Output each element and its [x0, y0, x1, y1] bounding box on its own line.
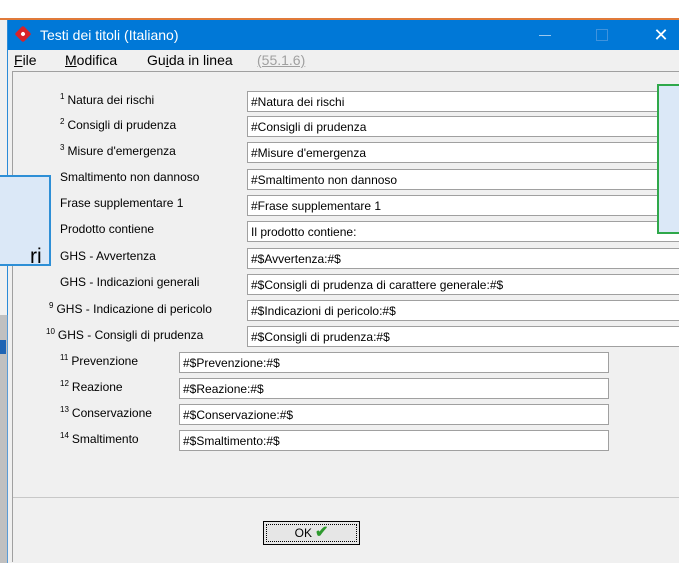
row-label-text: Frase supplementare 1: [60, 196, 184, 210]
row-label-text: GHS - Consigli di prudenza: [57, 328, 204, 342]
annotation-callout-green: [657, 84, 679, 234]
subrow-label-11: 11 Prevenzione: [60, 353, 138, 368]
field-ghs-consigli-prudenza[interactable]: #$Consigli di prudenza:#$: [247, 326, 679, 347]
field-reazione[interactable]: #$Reazione:#$: [179, 378, 609, 399]
subrow-label-13: 13 Conservazione: [60, 405, 152, 420]
row-number: 3: [60, 143, 65, 152]
menu-file-label: ile: [22, 52, 37, 68]
menu-guida-label: da in linea: [168, 52, 233, 68]
menu-guida[interactable]: Guida in linea: [147, 52, 233, 68]
field-prevenzione[interactable]: #$Prevenzione:#$: [179, 352, 609, 373]
row-label-text: Smaltimento non dannoso: [60, 170, 200, 184]
menu-guida-prefix: Gu: [147, 52, 166, 68]
ok-button-label: OK: [294, 526, 312, 540]
row-label-text: Natura dei rischi: [67, 93, 155, 107]
field-ghs-indicazioni-generali[interactable]: #$Consigli di prudenza di carattere gene…: [247, 274, 679, 295]
minimize-icon: [539, 35, 551, 36]
row-number: 12: [60, 379, 69, 388]
row-label-text: Reazione: [71, 380, 123, 394]
field-conservazione[interactable]: #$Conservazione:#$: [179, 404, 609, 425]
subrow-label-14: 14 Smaltimento: [60, 431, 139, 446]
row-number: 14: [60, 431, 69, 440]
background-window-strip: [0, 0, 679, 20]
row-number: 2: [60, 117, 65, 126]
row-number: 11: [60, 353, 69, 362]
dialog-client-area: 1 Natura dei rischi #Natura dei rischi 2C…: [12, 71, 679, 562]
row-label-text: Consigli di prudenza: [67, 118, 177, 132]
close-icon: ✕: [653, 25, 669, 45]
dialog-window: Testi dei titoli (Italiano) ✕ File Modif…: [7, 20, 679, 563]
maximize-icon: [596, 29, 608, 41]
menu-file[interactable]: File: [14, 52, 37, 68]
menu-bar: File Modifica Guida in linea (55.1.6): [8, 50, 679, 70]
field-prodotto-contiene[interactable]: Il prodotto contiene:: [247, 221, 679, 242]
row-label-text: GHS - Avvertenza: [60, 249, 156, 263]
row-label-text: Smaltimento: [71, 432, 139, 446]
ok-button[interactable]: OK ✔: [263, 521, 360, 545]
row-number: 13: [60, 405, 69, 414]
subrow-label-12: 12 Reazione: [60, 379, 123, 394]
field-frase-supplementare[interactable]: #Frase supplementare 1: [247, 195, 679, 216]
menu-version[interactable]: (55.1.6): [257, 52, 305, 68]
field-consigli-prudenza[interactable]: #Consigli di prudenza: [247, 116, 679, 137]
field-smaltimento-non-dannoso[interactable]: #Smaltimento non dannoso: [247, 169, 679, 190]
row-label-8: GHS - Indicazioni generali: [60, 275, 199, 289]
row-label-4: Smaltimento non dannoso: [60, 170, 199, 184]
row-label-6: Prodotto contiene: [60, 222, 154, 236]
row-label-7: GHS - Avvertenza: [60, 249, 156, 263]
field-natura-rischi[interactable]: #Natura dei rischi: [247, 91, 679, 112]
annotation-callout-text: ri: [30, 245, 42, 268]
row-label-10: 10 GHS - Consigli di prudenza: [46, 327, 203, 342]
field-ghs-indicazione-pericolo[interactable]: #$Indicazioni di pericolo:#$: [247, 300, 679, 321]
row-label-3: 3 Misure d'emergenza: [60, 143, 176, 158]
row-label-text: Conservazione: [71, 406, 152, 420]
maximize-button[interactable]: [579, 20, 625, 50]
background-window-accent: [0, 340, 6, 354]
row-label-2: 2 Consigli di prudenza: [60, 117, 176, 132]
annotation-callout-blue: [0, 175, 51, 266]
row-label-text: GHS - Indicazioni generali: [60, 275, 200, 289]
footer-divider: [13, 497, 679, 498]
menu-modifica-label: odifica: [76, 52, 118, 68]
row-label-text: Misure d'emergenza: [67, 144, 176, 158]
row-label-text: Prodotto contiene: [60, 222, 155, 236]
row-label-text: Prevenzione: [71, 354, 139, 368]
window-title: Testi dei titoli (Italiano): [40, 27, 179, 43]
minimize-button[interactable]: [522, 20, 568, 50]
field-smaltimento[interactable]: #$Smaltimento:#$: [179, 430, 609, 451]
field-misure-emergenza[interactable]: #Misure d'emergenza: [247, 142, 679, 163]
row-number: 9: [49, 301, 54, 310]
menu-modifica[interactable]: Modifica: [65, 52, 117, 68]
row-label-5: Frase supplementare 1: [60, 196, 183, 210]
row-label-9: 9 GHS - Indicazione di pericolo: [49, 301, 212, 316]
menu-modifica-mnemonic: M: [65, 52, 77, 68]
row-number: 1: [60, 92, 65, 101]
title-bar[interactable]: Testi dei titoli (Italiano) ✕: [8, 20, 679, 50]
menu-file-mnemonic: F: [14, 52, 23, 68]
row-number: 10: [46, 327, 55, 336]
row-label-1: 1 Natura dei rischi: [60, 92, 154, 107]
close-button[interactable]: ✕: [638, 20, 679, 50]
checkmark-icon: ✔: [314, 524, 329, 541]
field-ghs-avvertenza[interactable]: #$Avvertenza:#$: [247, 248, 679, 269]
row-label-text: GHS - Indicazione di pericolo: [56, 302, 212, 316]
app-diamond-icon: [14, 25, 32, 43]
